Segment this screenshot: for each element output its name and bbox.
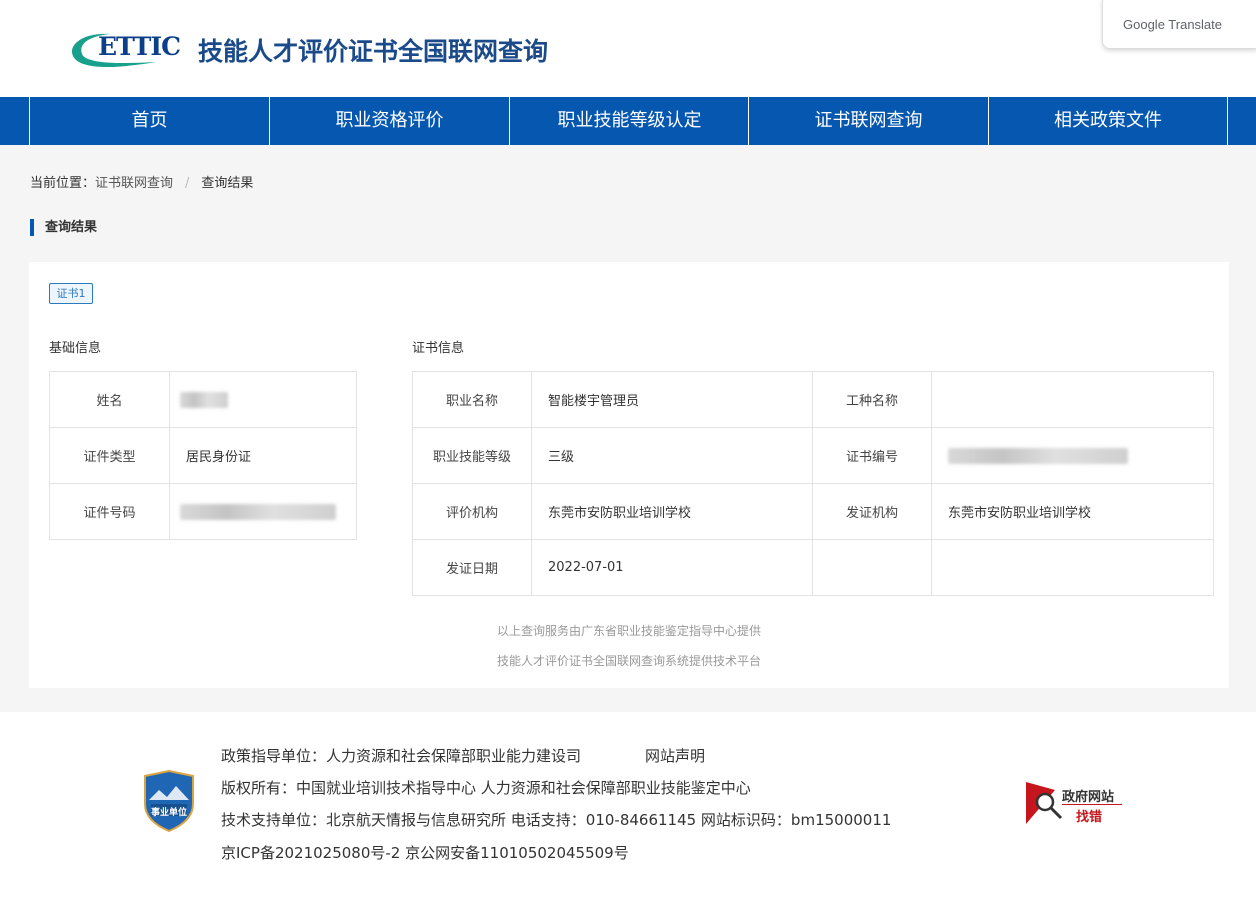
- basic-info-table: 姓名 证件类型 居民身份证 证件号码: [49, 371, 357, 540]
- id-type-label: 证件类型: [49, 427, 170, 484]
- nav-item-skill-level[interactable]: 职业技能等级认定: [509, 97, 749, 145]
- cert-number-label: 证书编号: [812, 427, 932, 484]
- footer-line-policy: 政策指导单位：人力资源和社会保障部职业能力建设司 网站声明: [221, 745, 705, 766]
- name-value: [169, 371, 357, 428]
- section-title: 查询结果: [30, 219, 97, 236]
- badge-text: 事业单位: [151, 808, 188, 818]
- site-title: 技能人才评价证书全国联网查询: [198, 37, 549, 66]
- work-type-value: [931, 371, 1214, 428]
- issuing-org-value: 东莞市安防职业培训学校: [931, 483, 1214, 540]
- public-institution-badge[interactable]: 事业单位: [143, 769, 195, 833]
- site-footer: 事业单位 政策指导单位：人力资源和社会保障部职业能力建设司 网站声明 版权所有：中…: [0, 712, 1256, 919]
- cert-info-table: 职业名称 智能楼宇管理员 工种名称 职业技能等级 三级 证书编号 评价机构 东莞…: [412, 371, 1214, 596]
- shield-badge-icon: [144, 769, 194, 833]
- id-number-value: [169, 483, 357, 540]
- redacted-name: [180, 391, 228, 408]
- name-label: 姓名: [49, 371, 170, 428]
- skill-level-label: 职业技能等级: [412, 427, 532, 484]
- site-header: ETTIC 技能人才评价证书全国联网查询 Google Translate: [0, 0, 1256, 97]
- breadcrumb: 当前位置：证书联网查询 / 查询结果: [30, 172, 253, 191]
- policy-unit-text: 政策指导单位：人力资源和社会保障部职业能力建设司: [221, 747, 582, 765]
- table-row: 证件号码: [49, 483, 357, 540]
- divider: [1062, 804, 1122, 805]
- gov-site-error-report[interactable]: 政府网站 找错: [1025, 780, 1125, 826]
- table-row: 证件类型 居民身份证: [49, 427, 357, 484]
- nav-item-cert-query[interactable]: 证书联网查询: [748, 97, 988, 145]
- breadcrumb-prefix: 当前位置：: [30, 176, 96, 191]
- result-card: 证书1 基础信息 证书信息 姓名 证件类型 居民身份证 证件号码 职业名称 智能…: [29, 262, 1229, 688]
- magnifier-flag-icon: [1026, 782, 1063, 824]
- empty-value: [931, 539, 1214, 596]
- table-row: 评价机构 东莞市安防职业培训学校 发证机构 东莞市安防职业培训学校: [412, 483, 1214, 540]
- issuing-org-label: 发证机构: [812, 483, 932, 540]
- table-row: 职业名称 智能楼宇管理员 工种名称: [412, 371, 1214, 428]
- eval-org-label: 评价机构: [412, 483, 532, 540]
- footer-line-icp[interactable]: 京ICP备2021025080号-2 京公网安备11010502045509号: [221, 842, 629, 863]
- nav-item-home[interactable]: 首页: [29, 97, 269, 145]
- breadcrumb-item-cert-query[interactable]: 证书联网查询: [95, 176, 173, 191]
- eval-org-value: 东莞市安防职业培训学校: [531, 483, 813, 540]
- id-number-label: 证件号码: [49, 483, 170, 540]
- table-row: 姓名: [49, 371, 357, 428]
- occupation-label: 职业名称: [412, 371, 532, 428]
- service-note: 以上查询服务由广东省职业技能鉴定指导中心提供: [496, 624, 761, 638]
- occupation-value: 智能楼宇管理员: [531, 371, 813, 428]
- breadcrumb-separator: /: [185, 176, 190, 191]
- cert-info-title: 证书信息: [412, 341, 465, 356]
- issue-date-label: 发证日期: [412, 539, 532, 596]
- site-statement-link[interactable]: 网站声明: [645, 747, 705, 765]
- nav-item-policy[interactable]: 相关政策文件: [988, 97, 1228, 145]
- find-error-label: 找错: [1076, 810, 1103, 825]
- work-type-label: 工种名称: [812, 371, 932, 428]
- gov-site-label: 政府网站: [1062, 790, 1115, 805]
- google-translate-widget[interactable]: Google Translate: [1102, 0, 1256, 49]
- empty-label: [812, 539, 932, 596]
- basic-info-title: 基础信息: [49, 341, 102, 356]
- skill-level-value: 三级: [531, 427, 813, 484]
- nav-item-qualification[interactable]: 职业资格评价: [269, 97, 509, 145]
- footer-line-copyright: 版权所有：中国就业培训技术指导中心 人力资源和社会保障部职业技能鉴定中心: [221, 779, 751, 797]
- redacted-cert-number: [948, 447, 1128, 464]
- breadcrumb-item-current: 查询结果: [201, 176, 254, 191]
- id-type-value: 居民身份证: [169, 427, 357, 484]
- main-nav: 首页 职业资格评价 职业技能等级认定 证书联网查询 相关政策文件: [0, 97, 1256, 145]
- google-translate-label: Google Translate: [1123, 17, 1223, 32]
- cert-tab[interactable]: 证书1: [49, 283, 93, 304]
- footer-line-support: 技术支持单位：北京航天情报与信息研究所 电话支持：010-84661145 网站…: [221, 811, 892, 829]
- cert-number-value: [931, 427, 1214, 484]
- logo-text: ETTIC: [98, 32, 181, 61]
- issue-date-value: 2022-07-01: [531, 539, 813, 596]
- table-row: 发证日期 2022-07-01: [412, 539, 1214, 596]
- table-row: 职业技能等级 三级 证书编号: [412, 427, 1214, 484]
- ettic-logo[interactable]: ETTIC: [70, 30, 186, 70]
- platform-note: 技能人才评价证书全国联网查询系统提供技术平台: [496, 654, 761, 668]
- redacted-id-number: [180, 503, 336, 520]
